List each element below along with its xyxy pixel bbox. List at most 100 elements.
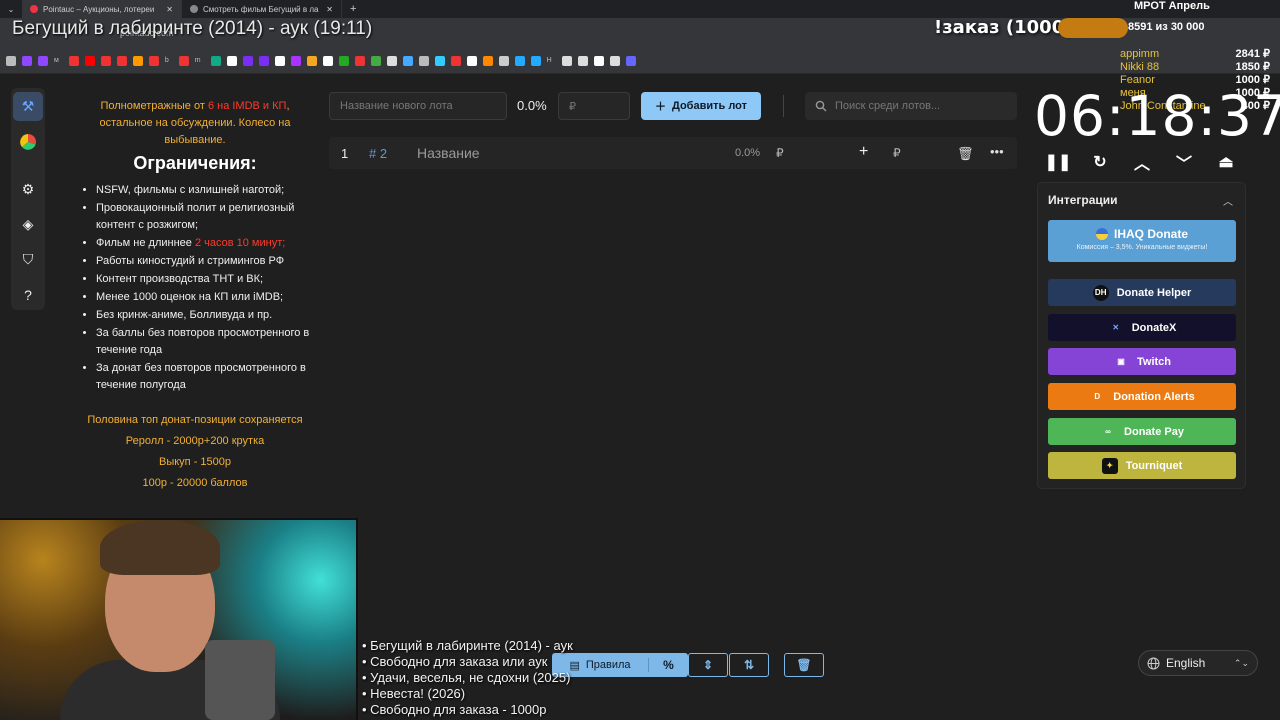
lot-id[interactable]: # 2 [369,146,387,161]
clear-all-button[interactable]: 🗑 [784,653,824,677]
bookmarks-bar: м b m H [0,48,1280,74]
bookmark-icon[interactable] [450,55,461,66]
rules-heading: Ограничения: [133,153,257,173]
shield-icon[interactable]: ⛉ [13,245,43,274]
close-icon[interactable]: ✕ [166,5,173,14]
collapse-up-icon[interactable]: ⏏ [1212,150,1240,174]
bookmark-icon[interactable] [258,55,269,66]
bookmark-icon[interactable] [609,55,620,66]
lot-row: 1 # 2 Название 0.0% ₽ + ₽ 🗑 ••• [329,137,1017,169]
bookmark-icon[interactable] [22,55,32,66]
bookmark-icon[interactable] [625,55,636,66]
help-icon[interactable]: ? [13,281,43,310]
timer-controls: ❚❚ ↻ ︿ ﹀ ⏏ [1044,150,1240,174]
chevron-updown-icon: ⌃⌄ [1233,657,1249,668]
intro-text: Полнометражные от [100,100,208,112]
close-icon[interactable]: ✕ [326,5,333,14]
bookmark-icon[interactable] [38,55,48,66]
rule-item: Провокационный полит и религиозный конте… [96,200,310,234]
layers-icon[interactable]: ◈ [13,210,43,239]
bookmark-icon[interactable] [418,55,429,66]
bookmark-icon[interactable] [402,55,413,66]
bookmark-icon[interactable] [274,55,285,66]
lot-percent: 0.0% [735,147,761,159]
bookmark-icon[interactable] [386,55,397,66]
auction-hammer-icon[interactable]: ⚒ [13,92,43,122]
bookmark-icon[interactable] [132,55,143,66]
bookmark-icon[interactable] [354,55,365,66]
lot-add-amount[interactable]: ₽ [893,146,901,160]
chevron-up-icon[interactable]: ︿ [1223,193,1233,208]
bookmark-icon[interactable] [338,55,349,66]
bookmark-icon[interactable] [434,55,445,66]
bookmark-icon[interactable] [226,55,237,66]
plus-icon[interactable]: + [859,143,868,161]
ticker-line: • Бегущий в лабиринте (2014) - аук [362,638,573,653]
trash-icon[interactable]: 🗑 [957,146,974,162]
percent-toggle-button[interactable]: % [648,658,688,672]
language-select[interactable]: English ⌃⌄ [1138,650,1258,676]
chevron-up-icon[interactable]: ︿ [1128,150,1156,174]
browser-tab[interactable]: Pointauc – Аукционы, лотереи ✕ [22,0,182,18]
bookmark-icon[interactable] [370,55,381,66]
ihaq-title-row: IHAQ Donate [1048,227,1236,241]
new-tab-icon[interactable]: + [342,3,364,15]
integrations-panel: Интеграции ︿ IHAQ Donate Комиссия – 3,5%… [1037,182,1246,489]
bookmark-icon[interactable] [148,55,159,66]
donatex-button[interactable]: ✕ DonateX [1048,314,1236,341]
new-lot-price-input[interactable]: ₽ [558,92,630,120]
rule-item: Фильм не длиннее 2 часов 10 минут; [96,235,310,252]
lot-amount[interactable]: ₽ [776,146,784,160]
bookmark-label[interactable]: m [195,57,201,64]
reset-icon[interactable]: ↻ [1086,150,1114,174]
sort-button[interactable]: ⇅ [729,653,769,677]
bookmark-icon[interactable] [84,55,95,66]
more-icon[interactable]: ••• [990,144,1004,159]
bookmark-icon[interactable] [116,55,127,66]
twitch-button[interactable]: ▣ Twitch [1048,348,1236,375]
ticker-line: • Свободно для заказа или аук [362,654,548,669]
new-lot-name-input[interactable]: Название нового лота [329,92,507,120]
tab-title: Pointauc – Аукционы, лотереи [43,4,155,14]
integrations-title: Интеграции [1048,193,1118,207]
bookmark-icon[interactable] [514,55,525,66]
wheel-icon[interactable] [13,127,43,156]
microphone [205,640,275,720]
browser-tab[interactable]: Смотреть фильм Бегущий в ла ✕ [182,0,342,18]
donate-pay-button[interactable]: ∞ Donate Pay [1048,418,1236,445]
add-lot-button[interactable]: ＋ Добавить лот [641,92,761,120]
bookmark-icon[interactable] [322,55,333,66]
bookmark-icon[interactable] [482,55,493,66]
bookmark-icon[interactable] [498,55,509,66]
bookmark-icon[interactable] [242,55,253,66]
gear-icon[interactable]: ⚙ [13,175,43,204]
add-lot-label: Добавить лот [671,100,747,112]
bookmark-label[interactable]: b [165,57,169,64]
ihaq-donate-button[interactable]: IHAQ Donate Комиссия – 3,5%. Уникальные … [1048,220,1236,262]
pause-icon[interactable]: ❚❚ [1044,150,1072,174]
bookmark-icon[interactable] [577,55,588,66]
ticker-line: • Удачи, веселья, не сдохни (2025) [362,670,571,685]
bookmark-icon[interactable] [593,55,604,66]
bookmark-icon[interactable] [178,55,189,66]
tab-search-icon[interactable]: ⌄ [0,5,22,14]
integration-label: Donation Alerts [1113,390,1195,403]
bookmark-icon[interactable] [466,55,477,66]
bookmark-label[interactable]: H [547,57,552,64]
bookmark-label[interactable]: м [54,57,59,64]
chevron-down-icon[interactable]: ﹀ [1170,150,1198,174]
bookmark-icon[interactable] [68,55,79,66]
donation-alerts-button[interactable]: D Donation Alerts [1048,383,1236,410]
bookmark-icon[interactable] [100,55,111,66]
lot-search-input[interactable]: Поиск среди лотов... [805,92,1017,120]
tourniquet-button[interactable]: ✦ Tourniquet [1048,452,1236,479]
bookmark-icon[interactable] [561,55,572,66]
bookmark-icon[interactable] [306,55,317,66]
lot-name-input[interactable]: Название [417,145,480,161]
donate-helper-button[interactable]: DH Donate Helper [1048,279,1236,306]
bookmark-icon[interactable] [210,55,221,66]
bookmark-icon[interactable] [530,55,541,66]
bookmark-icon[interactable] [290,55,301,66]
apps-icon[interactable] [6,55,16,66]
align-center-button[interactable]: ⇕ [688,653,728,677]
